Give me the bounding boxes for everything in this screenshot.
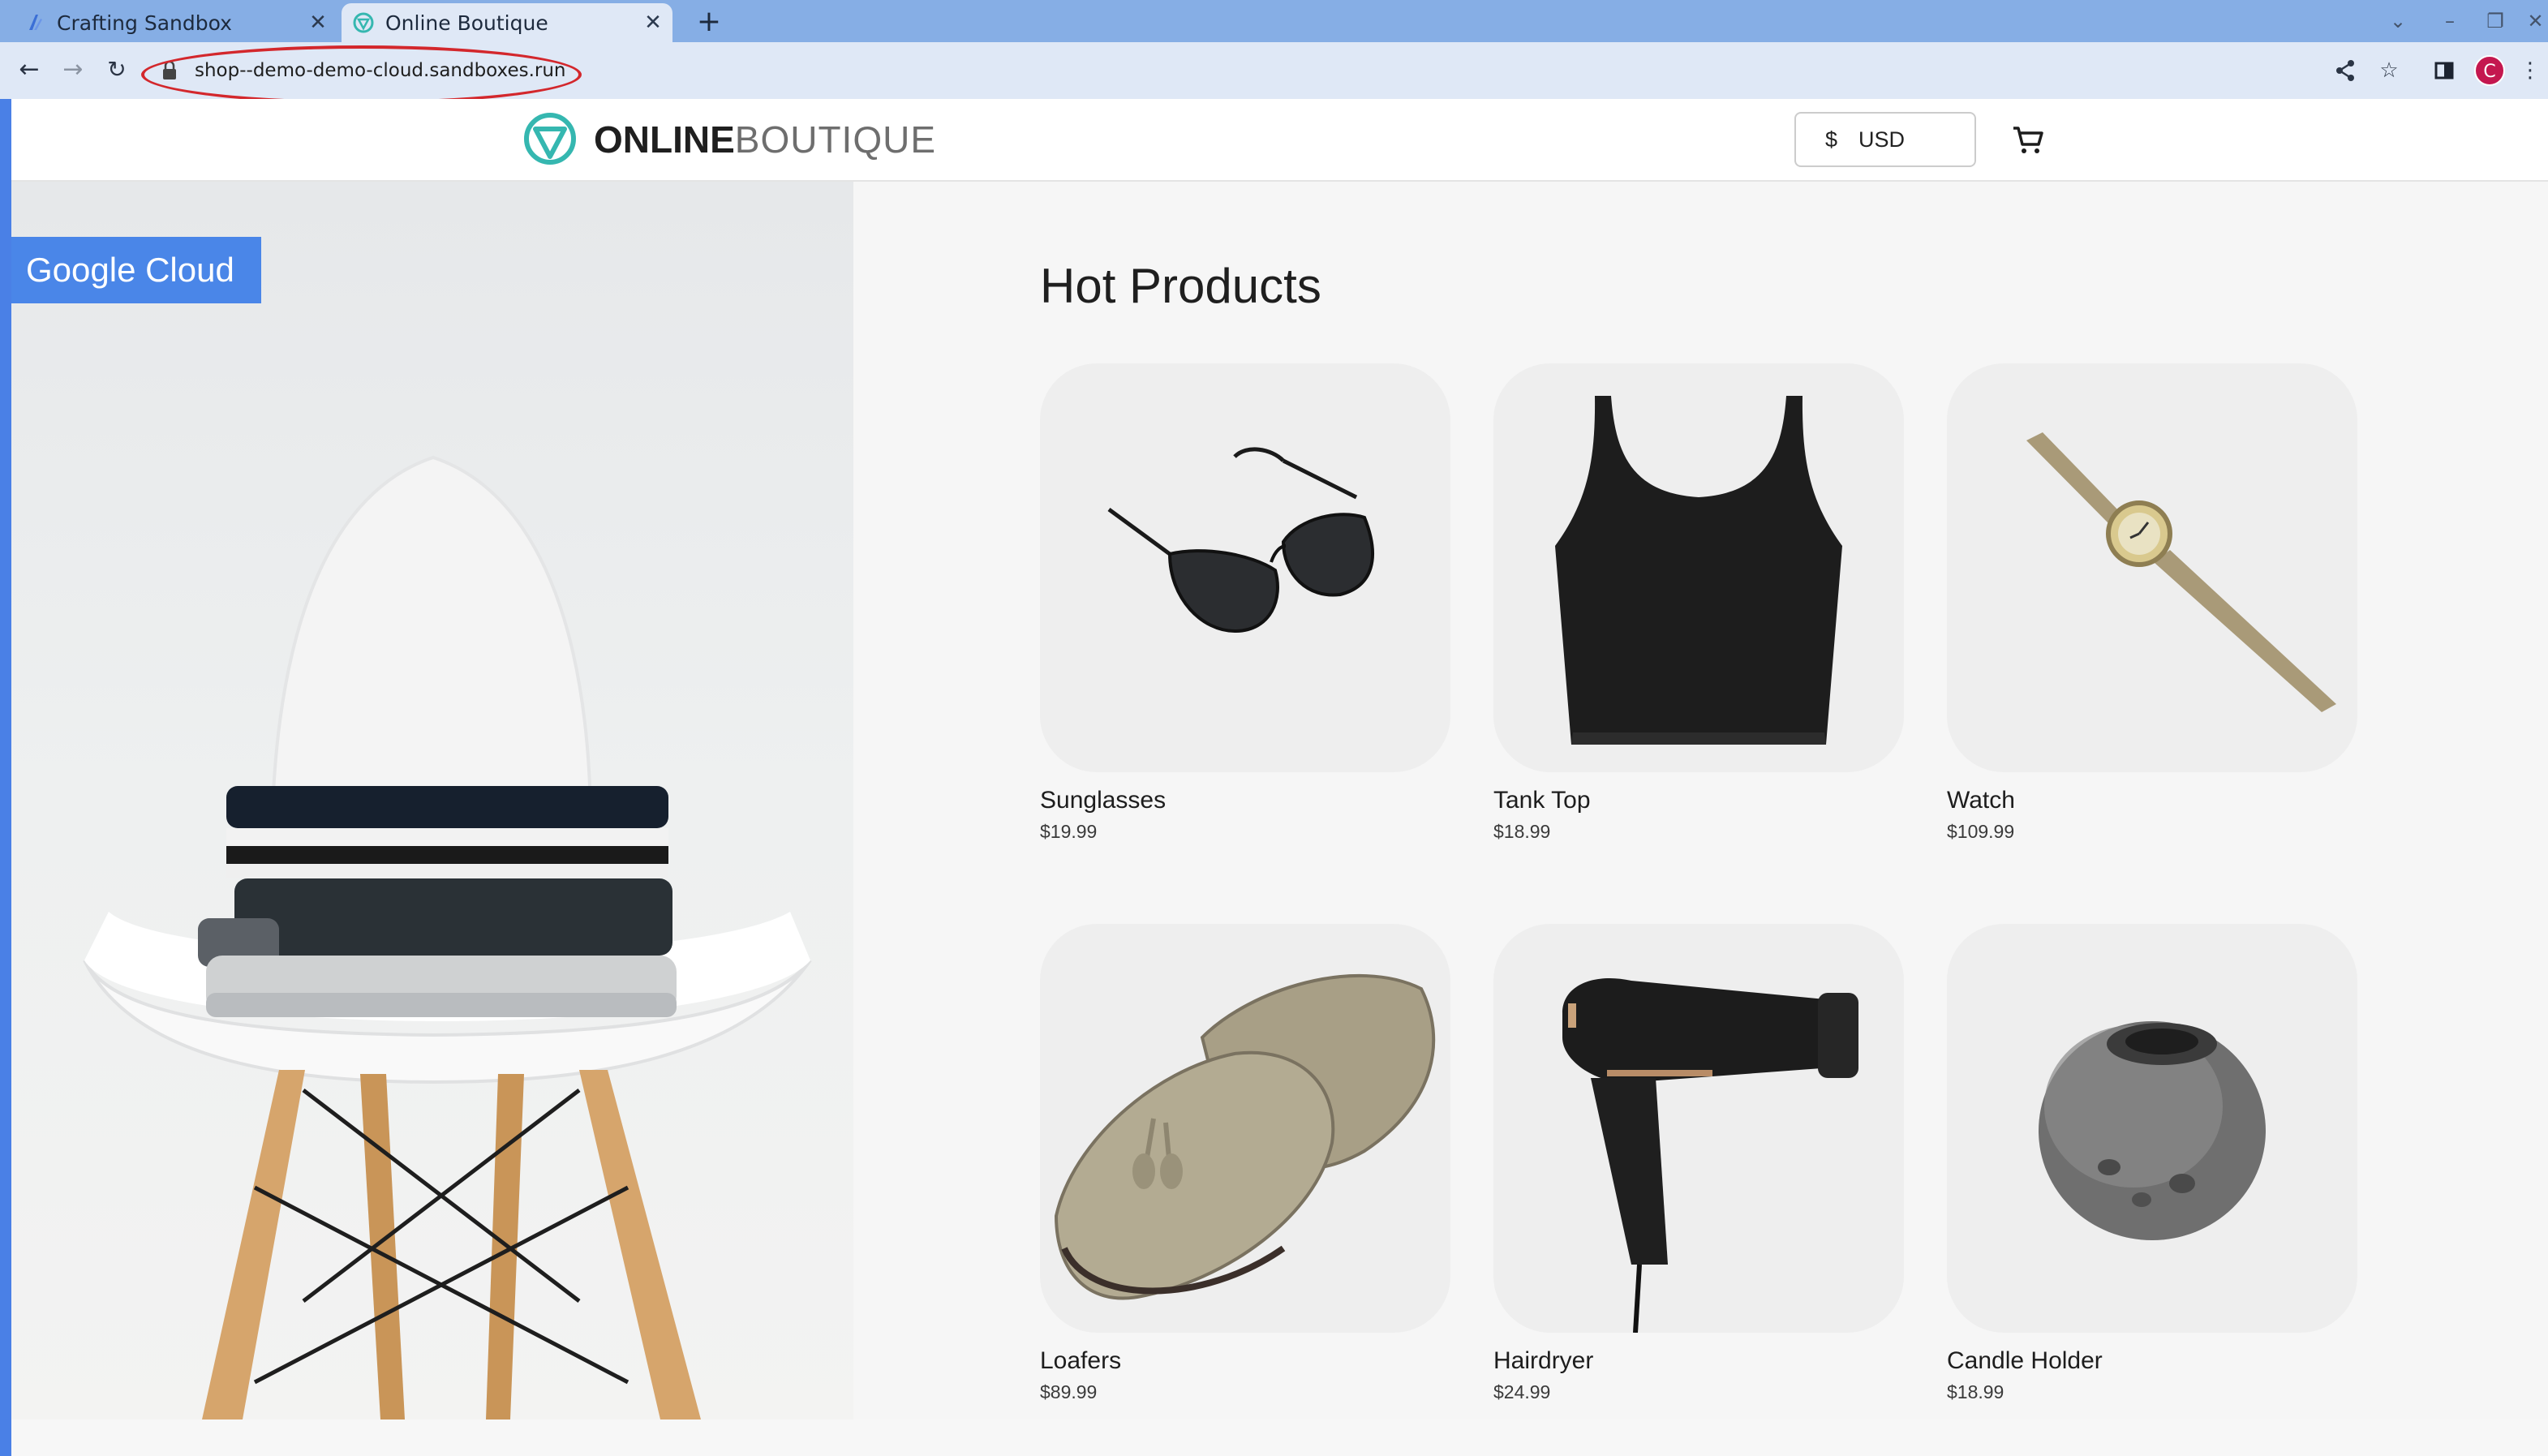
sunglasses-icon bbox=[1107, 447, 1374, 634]
site-header bbox=[11, 99, 2548, 182]
browser-tab-bar: Crafting Sandbox ✕ Online Boutique ✕ + ⌄… bbox=[0, 0, 2548, 42]
logo-light: BOUTIQUE bbox=[734, 118, 937, 161]
reload-icon[interactable]: ↻ bbox=[101, 54, 133, 86]
product-price: $89.99 bbox=[1040, 1381, 1098, 1402]
tab-online-boutique[interactable]: Online Boutique ✕ bbox=[342, 3, 672, 42]
back-arrow-icon[interactable]: ← bbox=[13, 54, 45, 86]
product-image[interactable] bbox=[1947, 363, 2357, 772]
product-name[interactable]: Tank Top bbox=[1493, 787, 1904, 814]
product-name[interactable]: Loafers bbox=[1040, 1347, 1450, 1375]
product-name[interactable]: Hairdryer bbox=[1493, 1347, 1904, 1375]
red-highlight-ellipse bbox=[141, 45, 582, 104]
product-image[interactable] bbox=[1493, 924, 1904, 1333]
product-image[interactable] bbox=[1040, 924, 1450, 1333]
tab-title: Online Boutique bbox=[385, 11, 548, 35]
online-boutique-favicon-icon bbox=[353, 12, 374, 33]
product-card[interactable]: Tank Top $18.99 bbox=[1493, 363, 1904, 843]
product-price: $18.99 bbox=[1947, 1381, 2004, 1402]
crafting-sandbox-favicon-icon bbox=[29, 15, 42, 30]
tab-search-chevron-icon[interactable]: ⌄ bbox=[2382, 6, 2414, 36]
product-name[interactable]: Watch bbox=[1947, 787, 2357, 814]
boutique-logo-icon[interactable] bbox=[522, 111, 578, 166]
product-card[interactable]: Watch $109.99 bbox=[1947, 363, 2357, 843]
logo-bold: ONLINE bbox=[594, 118, 735, 161]
product-price: $24.99 bbox=[1493, 1381, 1551, 1402]
minimize-icon[interactable]: – bbox=[2434, 6, 2466, 36]
product-card[interactable]: Hairdryer $24.99 bbox=[1493, 924, 1904, 1403]
left-accent-strip bbox=[0, 99, 11, 1456]
cart-icon[interactable] bbox=[2009, 120, 2047, 159]
bookmark-star-icon[interactable]: ☆ bbox=[2374, 55, 2404, 86]
hairdryer-icon bbox=[1562, 977, 1858, 1333]
product-card[interactable]: Candle Holder $18.99 bbox=[1947, 924, 2357, 1403]
section-title: Hot Products bbox=[1040, 259, 1321, 313]
product-price: $109.99 bbox=[1947, 821, 2015, 842]
candle-holder-icon bbox=[2039, 1021, 2266, 1240]
forward-arrow-icon[interactable]: → bbox=[57, 54, 89, 86]
currency-code: USD bbox=[1858, 127, 1906, 152]
close-window-icon[interactable]: ✕ bbox=[2523, 6, 2548, 36]
currency-symbol: $ bbox=[1825, 127, 1838, 152]
side-panel-icon[interactable] bbox=[2429, 55, 2460, 86]
currency-selector[interactable]: $ USD bbox=[1794, 112, 1976, 167]
profile-avatar[interactable]: C bbox=[2474, 55, 2505, 86]
close-tab-icon[interactable]: ✕ bbox=[303, 11, 333, 35]
more-menu-icon[interactable]: ⋮ bbox=[2518, 55, 2542, 86]
google-cloud-banner: Google Cloud bbox=[11, 237, 261, 303]
loafers-icon bbox=[1054, 973, 1436, 1300]
product-image[interactable] bbox=[1493, 363, 1904, 772]
product-price: $19.99 bbox=[1040, 821, 1098, 842]
product-image[interactable] bbox=[1947, 924, 2357, 1333]
tank-top-icon bbox=[1555, 396, 1842, 745]
close-tab-icon[interactable]: ✕ bbox=[638, 11, 668, 35]
watch-icon bbox=[2026, 432, 2336, 712]
restore-icon[interactable]: ❐ bbox=[2479, 6, 2511, 36]
product-image[interactable] bbox=[1040, 363, 1450, 772]
site-logo[interactable]: ONLINEBOUTIQUE bbox=[594, 117, 936, 162]
page-bottom bbox=[11, 1419, 2548, 1456]
product-card[interactable]: Loafers $89.99 bbox=[1040, 924, 1450, 1403]
tab-title: Crafting Sandbox bbox=[57, 11, 232, 35]
product-name[interactable]: Candle Holder bbox=[1947, 1347, 2357, 1375]
new-tab-button[interactable]: + bbox=[691, 4, 727, 40]
chair-with-clothes-icon bbox=[83, 455, 812, 1419]
share-icon[interactable] bbox=[2330, 55, 2361, 86]
hero-image bbox=[11, 182, 853, 1419]
product-name[interactable]: Sunglasses bbox=[1040, 787, 1450, 814]
product-price: $18.99 bbox=[1493, 821, 1551, 842]
tab-crafting-sandbox[interactable]: Crafting Sandbox ✕ bbox=[13, 3, 337, 42]
product-card[interactable]: Sunglasses $19.99 bbox=[1040, 363, 1450, 843]
